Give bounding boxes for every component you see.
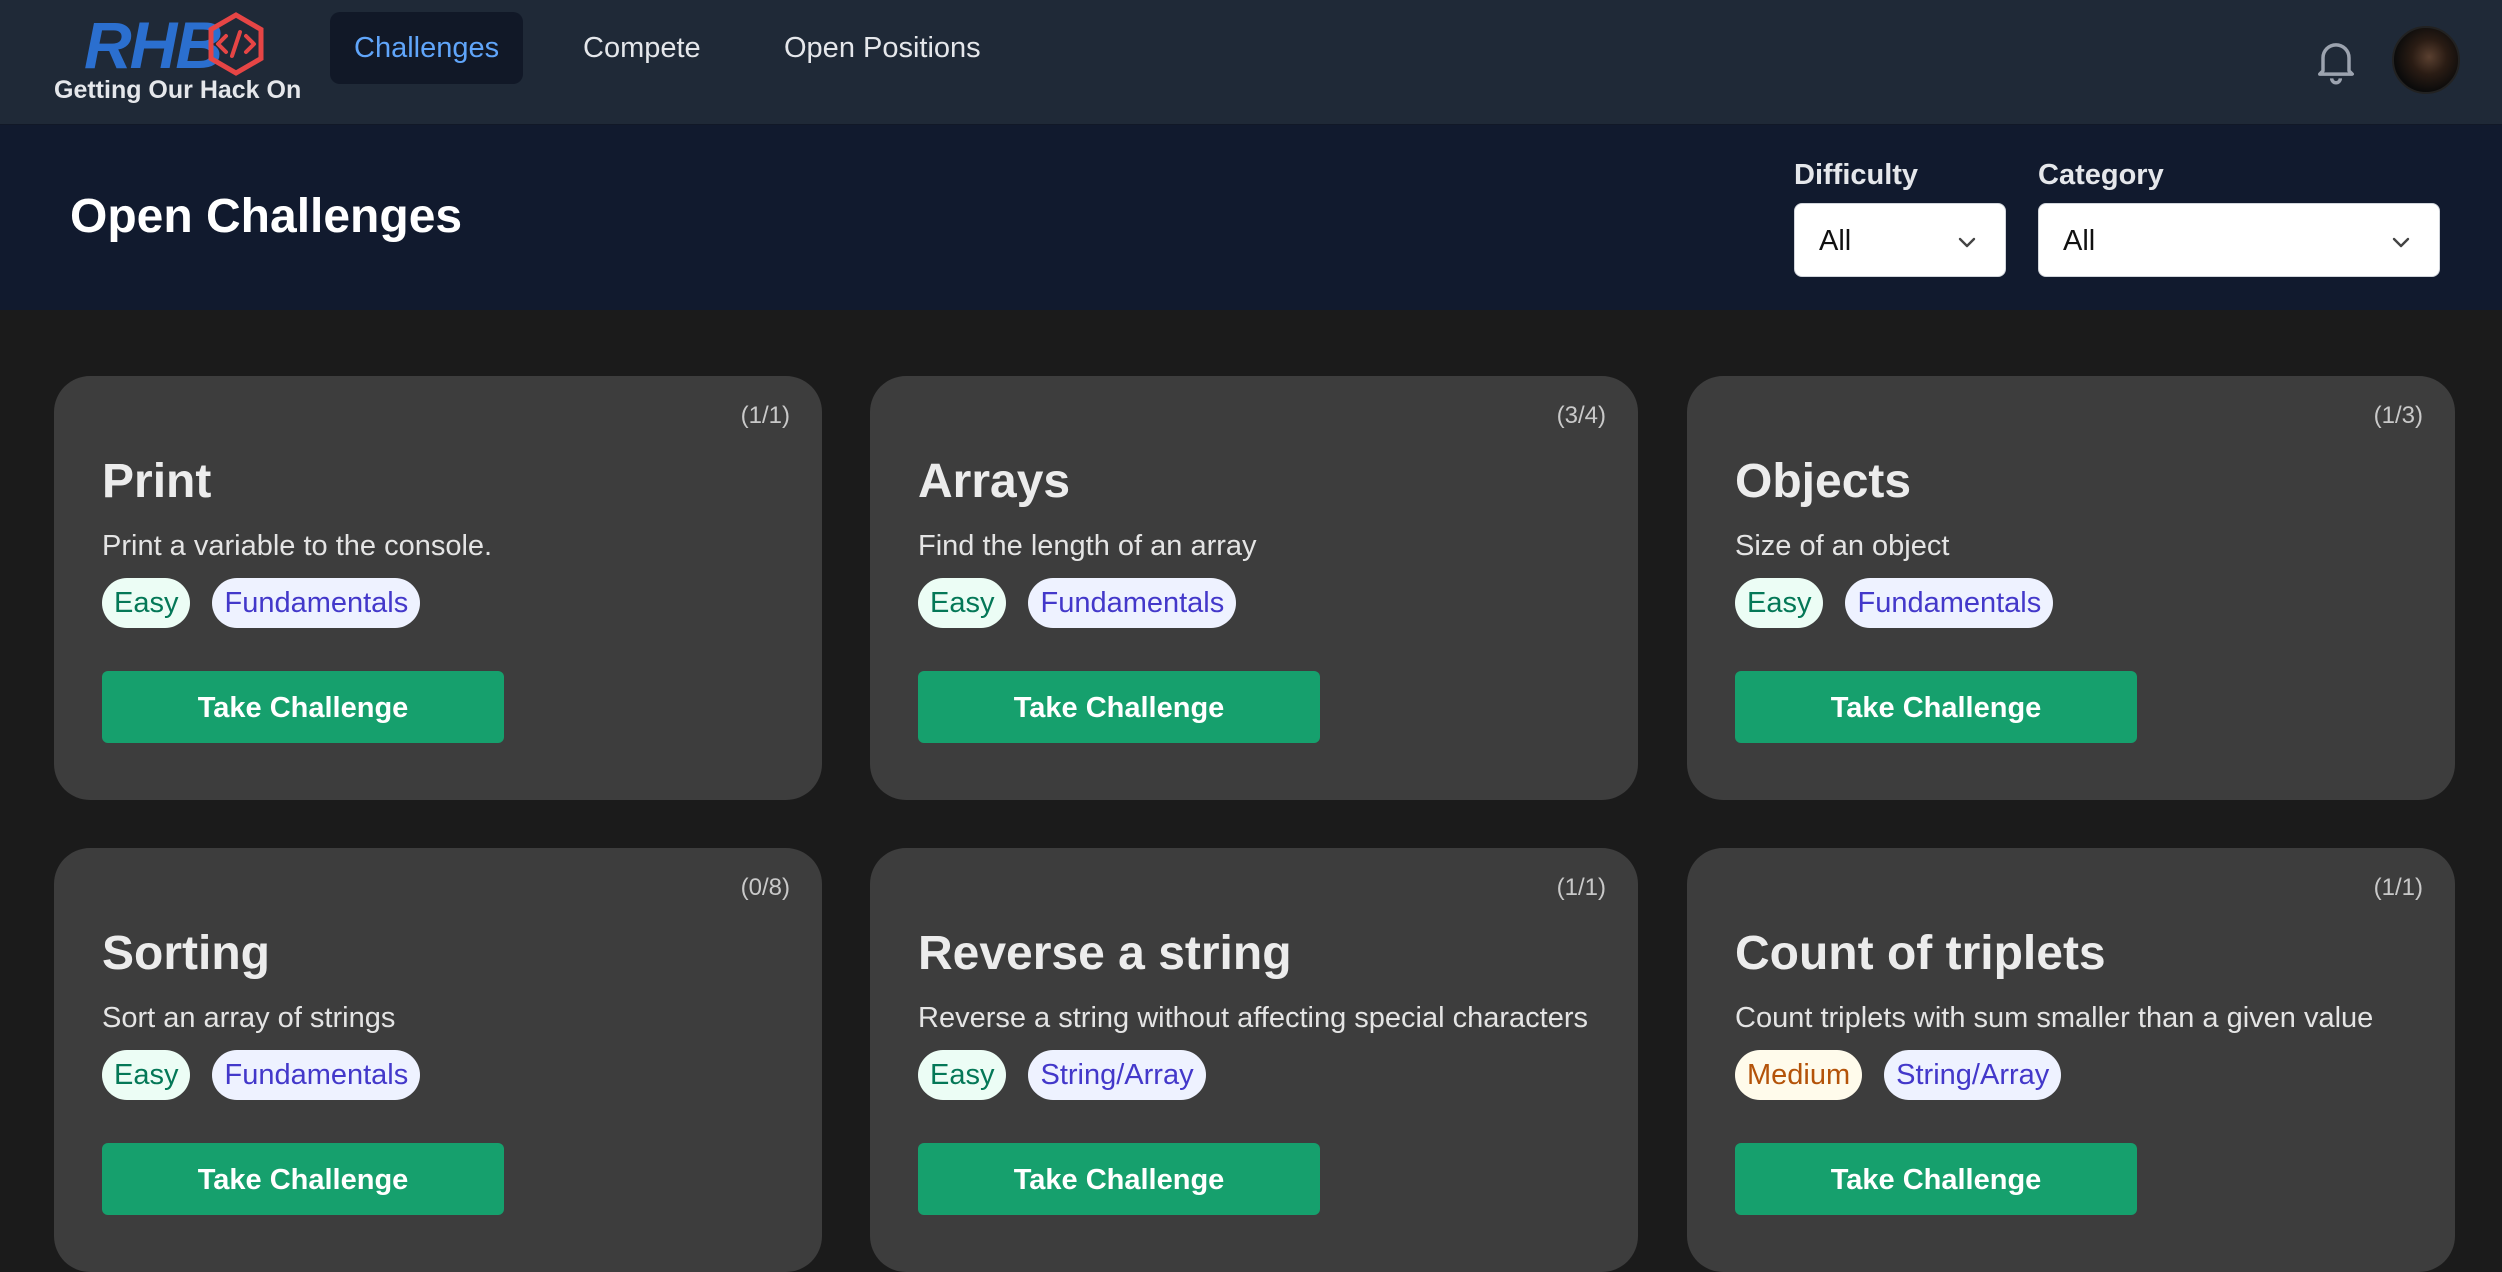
brand-tagline: Getting Our Hack On — [54, 76, 302, 104]
challenge-card: (1/1) Reverse a string Reverse a string … — [870, 848, 1638, 1272]
difficulty-badge: Easy — [1735, 578, 1824, 628]
category-label: Category — [2038, 159, 2164, 191]
difficulty-badge: Easy — [918, 578, 1007, 628]
chevron-down-icon — [1958, 237, 1976, 248]
challenge-description: Print a variable to the console. — [102, 530, 493, 562]
challenge-card: (0/8) Sorting Sort an array of strings E… — [54, 848, 822, 1272]
category-badge: String/Array — [1884, 1050, 2062, 1100]
difficulty-select[interactable]: All — [1794, 203, 2006, 277]
difficulty-badge: Medium — [1735, 1050, 1863, 1100]
challenge-title: Sorting — [102, 927, 270, 980]
take-challenge-button[interactable]: Take Challenge — [918, 671, 1320, 743]
tab-open-positions[interactable]: Open Positions — [760, 12, 1005, 84]
tab-compete[interactable]: Compete — [559, 12, 725, 84]
completion-count: (1/1) — [740, 402, 790, 429]
category-select[interactable]: All — [2038, 203, 2440, 277]
completion-count: (1/3) — [2373, 402, 2423, 429]
difficulty-select-value: All — [1819, 225, 1852, 257]
challenge-description: Sort an array of strings — [102, 1002, 396, 1034]
badge-group: Easy String/Array — [918, 1050, 1206, 1100]
badge-group: Easy Fundamentals — [102, 1050, 421, 1100]
challenge-description: Count triplets with sum smaller than a g… — [1735, 1002, 2374, 1034]
completion-count: (1/1) — [2373, 874, 2423, 901]
difficulty-label: Difficulty — [1794, 159, 1919, 191]
badge-group: Easy Fundamentals — [1735, 578, 2054, 628]
chevron-down-icon — [2392, 237, 2410, 248]
challenge-card: (3/4) Arrays Find the length of an array… — [870, 376, 1638, 800]
challenge-title: Count of triplets — [1735, 927, 2106, 980]
completion-count: (3/4) — [1556, 402, 1606, 429]
difficulty-badge: Easy — [102, 578, 191, 628]
page-title: Open Challenges — [70, 190, 463, 243]
category-badge: Fundamentals — [1028, 578, 1237, 628]
completion-count: (0/8) — [740, 874, 790, 901]
badge-group: Medium String/Array — [1735, 1050, 2062, 1100]
category-select-value: All — [2063, 225, 2096, 257]
take-challenge-button[interactable]: Take Challenge — [102, 1143, 504, 1215]
challenge-description: Size of an object — [1735, 530, 1950, 562]
challenge-grid: (1/1) Print Print a variable to the cons… — [0, 310, 2502, 1272]
logo-text: RHB — [84, 8, 223, 82]
category-badge: Fundamentals — [212, 578, 421, 628]
challenge-card: (1/1) Count of triplets Count triplets w… — [1687, 848, 2455, 1272]
challenge-description: Find the length of an array — [918, 530, 1257, 562]
challenge-title: Print — [102, 455, 212, 508]
badge-group: Easy Fundamentals — [918, 578, 1237, 628]
challenge-card: (1/3) Objects Size of an object Easy Fun… — [1687, 376, 2455, 800]
bell-icon[interactable] — [2310, 34, 2362, 86]
badge-group: Easy Fundamentals — [102, 578, 421, 628]
completion-count: (1/1) — [1556, 874, 1606, 901]
challenge-title: Reverse a string — [918, 927, 1292, 980]
take-challenge-button[interactable]: Take Challenge — [1735, 1143, 2137, 1215]
code-hexagon-icon — [208, 12, 264, 76]
take-challenge-button[interactable]: Take Challenge — [918, 1143, 1320, 1215]
challenge-title: Arrays — [918, 455, 1071, 508]
brand-logo[interactable]: RHB Getting Our Hack On — [54, 10, 304, 110]
challenge-card: (1/1) Print Print a variable to the cons… — [54, 376, 822, 800]
category-badge: String/Array — [1028, 1050, 1206, 1100]
top-navbar: RHB Getting Our Hack On Challenges Compe… — [0, 0, 2502, 125]
tab-challenges[interactable]: Challenges — [330, 12, 524, 84]
avatar[interactable] — [2392, 26, 2460, 94]
challenge-title: Objects — [1735, 455, 1912, 508]
category-badge: Fundamentals — [212, 1050, 421, 1100]
difficulty-badge: Easy — [918, 1050, 1007, 1100]
take-challenge-button[interactable]: Take Challenge — [1735, 671, 2137, 743]
category-badge: Fundamentals — [1845, 578, 2054, 628]
take-challenge-button[interactable]: Take Challenge — [102, 671, 504, 743]
challenge-description: Reverse a string without affecting speci… — [918, 1002, 1589, 1034]
difficulty-badge: Easy — [102, 1050, 191, 1100]
page-header: Open Challenges Difficulty All Category … — [0, 125, 2502, 310]
